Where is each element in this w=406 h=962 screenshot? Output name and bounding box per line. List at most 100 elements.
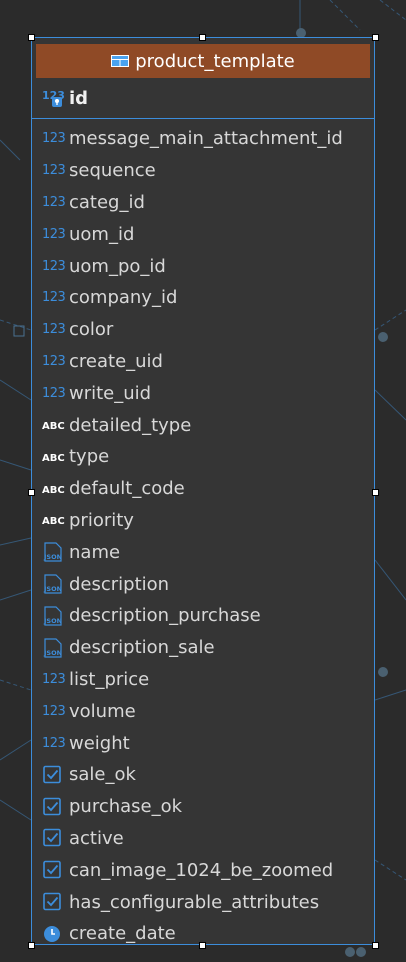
column-row[interactable]: 123 message_main_attachment_id xyxy=(32,123,374,155)
column-label: type xyxy=(69,446,110,468)
column-row[interactable]: 123 weight xyxy=(32,727,374,759)
column-row[interactable]: 123 create_uid xyxy=(32,346,374,378)
number-icon: 123 xyxy=(42,131,66,147)
column-label: volume xyxy=(69,700,136,722)
column-label: sequence xyxy=(69,160,156,182)
resize-handle-top-left[interactable] xyxy=(28,34,35,41)
svg-text:ABC: ABC xyxy=(42,421,65,432)
column-label: weight xyxy=(69,732,130,754)
text-icon: ABC xyxy=(42,415,66,435)
svg-text:JSON: JSON xyxy=(43,649,62,657)
column-label: purchase_ok xyxy=(69,796,183,818)
column-label: description_purchase xyxy=(69,605,261,627)
number-icon: 123 xyxy=(42,163,66,179)
column-label: name xyxy=(69,541,121,563)
column-label: color xyxy=(69,319,114,341)
resize-handle-left[interactable] xyxy=(28,489,35,496)
column-row[interactable]: ABC detailed_type xyxy=(32,409,374,441)
resize-handle-bottom-left[interactable] xyxy=(28,942,35,949)
column-row[interactable]: 123 uom_po_id xyxy=(32,250,374,282)
table-product-template[interactable]: product_template 123 id 123 message_main_… xyxy=(31,37,375,945)
number-icon: 123 xyxy=(42,385,66,401)
column-label: description_sale xyxy=(69,637,215,659)
column-label: write_uid xyxy=(69,382,152,404)
column-row[interactable]: create_date xyxy=(32,918,374,945)
column-label: id xyxy=(69,87,89,109)
json-icon: JSON xyxy=(42,606,66,626)
table-icon xyxy=(111,55,130,67)
json-icon: JSON xyxy=(42,574,66,594)
number-icon: 123 xyxy=(42,290,66,306)
column-label: default_code xyxy=(69,478,185,500)
column-label: description xyxy=(69,573,170,595)
column-row[interactable]: 123 categ_id xyxy=(32,187,374,219)
text-icon: ABC xyxy=(42,447,66,467)
column-row[interactable]: JSON description_sale xyxy=(32,632,374,664)
json-icon: JSON xyxy=(42,638,66,658)
text-icon: ABC xyxy=(42,510,66,530)
resize-handle-bottom-right[interactable] xyxy=(372,942,379,949)
clock-icon xyxy=(42,924,66,944)
column-row[interactable]: ABC type xyxy=(32,441,374,473)
column-row[interactable]: 123 uom_id xyxy=(32,218,374,250)
column-label: create_uid xyxy=(69,350,163,372)
svg-text:ABC: ABC xyxy=(42,453,65,464)
column-row[interactable]: JSON description_purchase xyxy=(32,600,374,632)
svg-text:ABC: ABC xyxy=(42,516,65,527)
svg-text:JSON: JSON xyxy=(43,553,62,561)
number-icon: 123 xyxy=(42,322,66,338)
checkbox-icon xyxy=(42,860,66,880)
checkbox-icon xyxy=(42,765,66,785)
resize-handle-bottom[interactable] xyxy=(199,942,206,949)
table-name: product_template xyxy=(135,50,295,72)
column-label: active xyxy=(69,827,124,849)
svg-text:ABC: ABC xyxy=(42,485,65,496)
column-label: detailed_type xyxy=(69,414,192,436)
number-icon: 123 xyxy=(42,735,66,751)
column-row[interactable]: JSON description xyxy=(32,568,374,600)
column-row[interactable]: 123 write_uid xyxy=(32,377,374,409)
column-label: sale_ok xyxy=(69,764,136,786)
resize-handle-right[interactable] xyxy=(372,489,379,496)
number-icon: 123 xyxy=(42,353,66,369)
column-label: message_main_attachment_id xyxy=(69,128,343,150)
number-icon: 123 xyxy=(42,671,66,687)
column-row[interactable]: can_image_1024_be_zoomed xyxy=(32,854,374,886)
column-row[interactable]: 123 volume xyxy=(32,695,374,727)
column-row[interactable]: ABC priority xyxy=(32,505,374,537)
svg-text:JSON: JSON xyxy=(43,617,62,625)
column-label: list_price xyxy=(69,668,150,690)
column-row[interactable]: purchase_ok xyxy=(32,791,374,823)
column-list: 123 message_main_attachment_id 123 sequence… xyxy=(32,119,374,945)
text-icon: ABC xyxy=(42,479,66,499)
column-row[interactable]: JSON name xyxy=(32,536,374,568)
column-row[interactable]: 123 color xyxy=(32,314,374,346)
column-row[interactable]: active xyxy=(32,823,374,855)
resize-handle-top-right[interactable] xyxy=(372,34,379,41)
resize-handle-top[interactable] xyxy=(199,34,206,41)
column-label: categ_id xyxy=(69,191,145,213)
column-row[interactable]: 123 company_id xyxy=(32,282,374,314)
column-label: create_date xyxy=(69,923,176,945)
column-label: can_image_1024_be_zoomed xyxy=(69,859,334,881)
number-key-icon: 123 xyxy=(42,88,66,108)
column-row[interactable]: ABC default_code xyxy=(32,473,374,505)
checkbox-icon xyxy=(42,797,66,817)
column-label: uom_id xyxy=(69,223,135,245)
column-row[interactable]: 123 list_price xyxy=(32,664,374,696)
svg-text:JSON: JSON xyxy=(43,585,62,593)
column-row[interactable]: 123 sequence xyxy=(32,155,374,187)
number-icon: 123 xyxy=(42,703,66,719)
primary-key-row[interactable]: 123 id xyxy=(32,78,374,119)
number-icon: 123 xyxy=(42,258,66,274)
json-icon: JSON xyxy=(42,542,66,562)
table-title-bar[interactable]: product_template xyxy=(36,44,370,78)
column-label: uom_po_id xyxy=(69,255,166,277)
checkbox-icon xyxy=(42,892,66,912)
column-row[interactable]: sale_ok xyxy=(32,759,374,791)
number-icon: 123 xyxy=(42,194,66,210)
column-label: has_configurable_attributes xyxy=(69,891,320,913)
checkbox-icon xyxy=(42,828,66,848)
column-row[interactable]: has_configurable_attributes xyxy=(32,886,374,918)
column-label: priority xyxy=(69,509,134,531)
